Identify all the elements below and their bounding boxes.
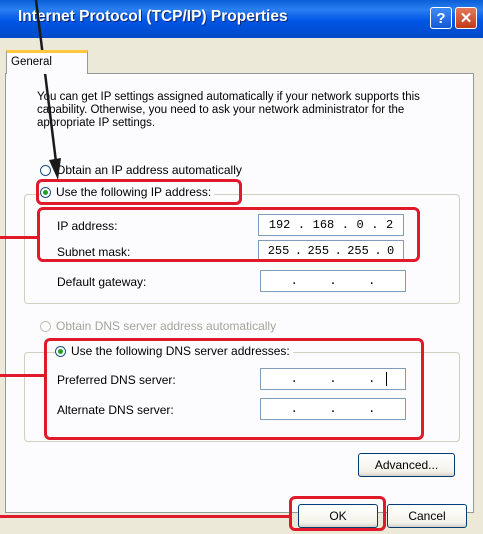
pointer-arrow <box>34 0 61 180</box>
tcpip-properties-dialog: Internet Protocol (TCP/IP) Properties ? … <box>0 0 483 534</box>
tab-general[interactable]: General <box>6 50 88 74</box>
